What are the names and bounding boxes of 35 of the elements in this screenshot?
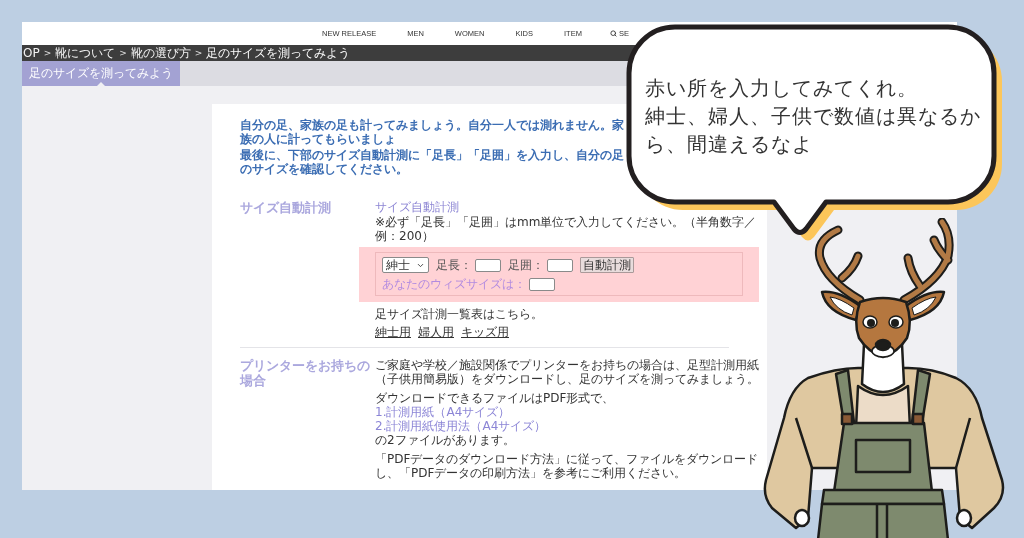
gender-select[interactable]: 紳士 (382, 257, 429, 273)
section-heading: プリンターをお持ちの場合 (240, 358, 371, 390)
files-outro-text: の2ファイルがあります。 (375, 433, 515, 447)
foot-length-input[interactable] (475, 258, 501, 272)
intro-text: 最後に、下部のサイズ自動計測に「足長」「足囲」を入力し、自分の足のサイズを確認してください。 (240, 148, 624, 176)
width-size-field[interactable] (529, 277, 555, 291)
speech-text: 紳士、婦人、子供で数値は異なるから、間違えるなよ (645, 103, 982, 158)
files-intro-text: ダウンロードできるファイルはPDF形式で、 (375, 391, 615, 405)
result-label: あなたのウィズサイズは： (382, 277, 526, 291)
file-link[interactable]: 2.計測用紙使用法（A4サイズ） (375, 419, 547, 433)
file-link[interactable]: 1.計測用紙（A4サイズ） (375, 405, 511, 419)
search-icon (609, 30, 617, 37)
section-heading: サイズ自動計測 (240, 200, 332, 217)
breadcrumb-link[interactable]: OP (23, 46, 40, 60)
auto-measure-button[interactable]: 自動計測 (580, 257, 634, 273)
breadcrumb-link[interactable]: 靴の選び方 (130, 46, 191, 60)
form-title: サイズ自動計測 (375, 200, 459, 214)
breadcrumb-separator: > (43, 47, 52, 59)
breadcrumb-separator: > (194, 47, 203, 59)
tab-pointer-icon (97, 82, 105, 86)
input-note: ※必ず「足長」「足囲」はmm単位で入力してください。（半角数字／例：200） (375, 215, 758, 243)
breadcrumb-current: 足のサイズを測ってみよう (206, 46, 351, 60)
breadcrumb-link[interactable]: 靴について (55, 46, 116, 60)
size-table-link[interactable]: 紳士用 (375, 325, 411, 339)
size-table-link[interactable]: 婦人用 (418, 325, 454, 339)
intro-text: 自分の足、家族の足も計ってみましょう。自分一人では測れません。家族の人に計ってもらいましょ (240, 118, 624, 146)
instructions-text: 「PDFデータのダウンロード方法」に従って、ファイルをダウンロードし、「PDFデータの印刷方法」を参考にご利用ください。 (375, 452, 759, 480)
breadcrumb-separator: > (119, 47, 127, 59)
field-label: 足囲： (508, 258, 544, 272)
size-table-text: 足サイズ計測一覧表はこちら。 (375, 307, 543, 321)
field-label: 足長： (436, 258, 472, 272)
speech-text: 赤い所を入力してみてくれ。 (645, 75, 919, 102)
size-table-link[interactable]: キッズ用 (461, 325, 509, 339)
foot-girth-input[interactable] (547, 258, 573, 272)
printer-text: ご家庭や学校／施設関係でプリンターをお持ちの場合は、足型計測用紙（子供用簡易版）をダウンロードし、足のサイズを測ってみましょう。 (375, 358, 759, 386)
